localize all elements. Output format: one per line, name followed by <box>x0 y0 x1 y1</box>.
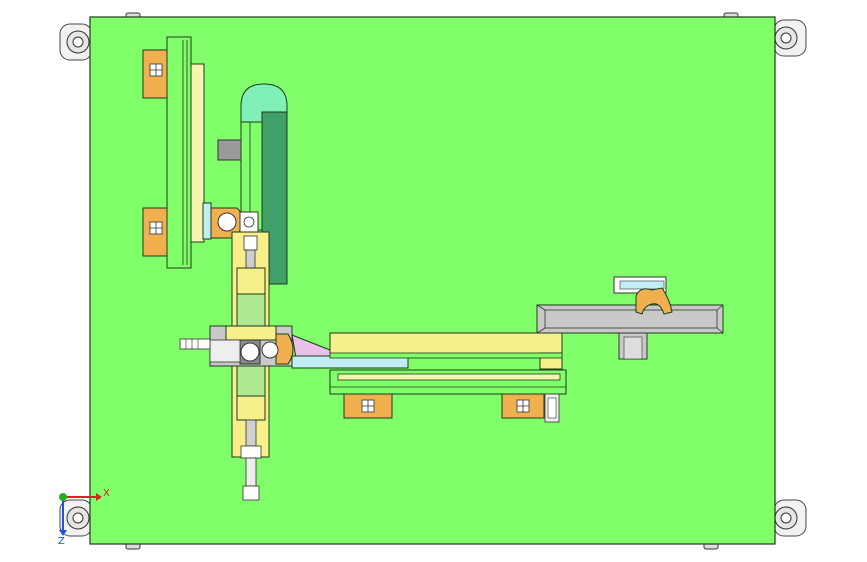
profile-bracket-rail-top <box>142 49 168 99</box>
profile-bracket-arm-left <box>343 393 393 419</box>
caster-wheel-bottom-right <box>773 499 807 537</box>
axis-z-label: Z <box>58 536 65 547</box>
cad-viewport[interactable]: X Z <box>0 0 867 562</box>
lower-cylinder-block <box>236 365 266 421</box>
profile-bracket-arm-right <box>501 393 545 419</box>
caster-wheel-top-left <box>59 23 93 61</box>
axis-x-label: X <box>103 488 110 499</box>
feed-support-block <box>618 332 648 360</box>
caster-wheel-top-right <box>773 19 807 57</box>
feed-tray[interactable] <box>536 304 724 334</box>
left-vertical-rail[interactable] <box>166 36 205 269</box>
profile-bracket-rail-bottom <box>142 207 168 257</box>
upper-cylinder-block <box>236 267 266 327</box>
end-stop-post <box>544 393 560 423</box>
horizontal-rail[interactable] <box>329 369 567 395</box>
